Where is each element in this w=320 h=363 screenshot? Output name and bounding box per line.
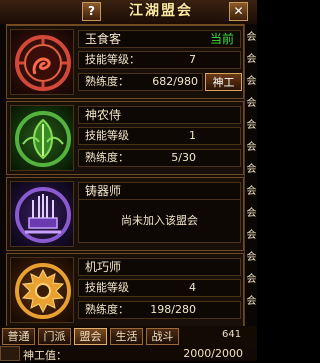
side-list-char: 会 <box>246 98 257 109</box>
side-list-char: 会 <box>246 76 257 87</box>
proficiency-label: 熟练度： <box>85 151 129 164</box>
side-list-char: 会 <box>246 186 257 197</box>
profession-card-jiqiaoshi[interactable]: 机巧师 技能等级 4 熟练度： 198/280 <box>6 253 244 327</box>
proficiency-label: 熟练度： <box>85 303 129 316</box>
tab-battle[interactable]: 战斗 <box>146 328 179 345</box>
tab-guild[interactable]: 盟会 <box>74 328 107 345</box>
right-side-list: 会 会 会 会 会 会 会 会 会 会 会 会 会 <box>244 24 257 326</box>
side-list-char: 会 <box>246 208 257 219</box>
profession-card-yushike[interactable]: 玉食客 当前 技能等级： 7 熟练度： 682/980 神工 <box>6 25 244 99</box>
shengong-icon <box>0 346 20 361</box>
help-button[interactable]: ? <box>82 2 101 21</box>
leaf-emblem-icon <box>10 105 74 171</box>
proficiency-value: 198/280 <box>150 303 196 316</box>
tab-normal[interactable]: 普通 <box>2 328 35 345</box>
tab-life[interactable]: 生活 <box>110 328 143 345</box>
forge-emblem-icon <box>10 181 74 247</box>
current-status: 当前 <box>209 32 234 46</box>
chat-tabs: 普通 门派 盟会 生活 战斗 641 <box>0 326 257 346</box>
proficiency-value: 5/30 <box>171 151 196 164</box>
skill-level-row: 技能等级： 7 <box>78 51 241 69</box>
skill-label: 技能等级 <box>85 281 129 294</box>
proficiency-row: 熟练度： 198/280 <box>78 301 241 319</box>
title-bar: ? 江湖盟会 ✕ <box>0 0 257 26</box>
proficiency-label: 熟练度： <box>85 75 129 88</box>
profession-name-text: 铸器师 <box>85 184 122 198</box>
side-list-char: 会 <box>246 32 257 43</box>
side-list-char: 会 <box>246 120 257 131</box>
tab-sect[interactable]: 门派 <box>38 328 71 345</box>
proficiency-row: 熟练度： 682/980 <box>78 73 203 91</box>
close-button[interactable]: ✕ <box>229 2 248 21</box>
profession-name-text: 机巧师 <box>85 260 122 274</box>
skill-level-value: 7 <box>189 53 196 66</box>
gear-emblem-icon <box>10 257 74 323</box>
skill-level-value: 1 <box>189 129 196 142</box>
profession-name: 机巧师 <box>78 258 241 276</box>
side-list-char: 会 <box>246 274 257 285</box>
profession-name-text: 玉食客 <box>85 32 122 46</box>
skill-label: 技能等级 <box>85 129 129 142</box>
side-list-char: 会 <box>246 142 257 153</box>
side-list-char: 会 <box>246 252 257 263</box>
side-list-char: 会 <box>246 54 257 65</box>
profession-card-zhuqishi[interactable]: 铸器师 尚未加入该盟会 <box>6 177 244 251</box>
skill-level-row: 技能等级 1 <box>78 127 241 145</box>
tab-count: 641 <box>222 329 242 340</box>
side-list-char: 会 <box>246 230 257 241</box>
window-title: 江湖盟会 <box>129 3 193 19</box>
side-list-char: 会 <box>246 164 257 175</box>
dragon-emblem-icon <box>10 29 74 95</box>
shengong-button[interactable]: 神工 <box>205 73 242 91</box>
skill-level-value: 4 <box>189 281 196 294</box>
skill-level-row: 技能等级 4 <box>78 279 241 297</box>
profession-name: 玉食客 当前 <box>78 30 241 48</box>
profession-name: 神农侍 <box>78 106 241 124</box>
profession-name: 铸器师 <box>78 182 241 200</box>
profession-name-text: 神农侍 <box>85 108 122 122</box>
profession-card-shennongshi[interactable]: 神农侍 技能等级 1 熟练度： 5/30 <box>6 101 244 175</box>
side-list-char: 会 <box>246 296 257 307</box>
shengong-value: 2000/2000 <box>183 347 243 360</box>
proficiency-row: 熟练度： 5/30 <box>78 149 241 167</box>
skill-label: 技能等级： <box>85 53 140 66</box>
not-joined-message: 尚未加入该盟会 <box>78 199 241 243</box>
guild-panel: ? 江湖盟会 ✕ 玉食客 当前 技能等级： 7 熟练度： 682/980 神工 <box>0 0 257 362</box>
proficiency-value: 682/980 <box>152 75 198 88</box>
shengong-bar: 神工值： 2000/2000 <box>0 346 257 362</box>
